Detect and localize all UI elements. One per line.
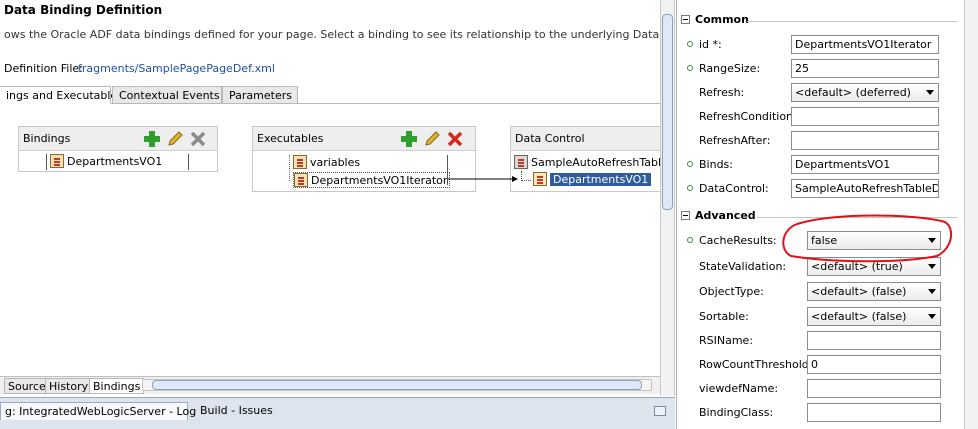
collapse-icon[interactable]	[681, 211, 690, 220]
inspector-scrollbar[interactable]	[964, 0, 978, 429]
page-def-link[interactable]: fragments/SamplePagePageDef.xml	[78, 62, 275, 75]
prop-refreshcondition-input[interactable]	[791, 107, 939, 126]
tab-build-issues[interactable]: Build - Issues	[196, 402, 279, 420]
prop-refresh-value: <default> (deferred)	[795, 86, 911, 99]
section-common[interactable]: Common	[681, 13, 749, 29]
data-control-panel: Data Control SampleAutoRefreshTableD Dep…	[510, 126, 660, 192]
prop-label-refreshcondition: RefreshCondition:	[699, 110, 797, 123]
data-control-collection[interactable]: DepartmentsVO1	[533, 172, 652, 188]
prop-binds-input[interactable]: DepartmentsVO1	[791, 155, 939, 174]
data-control-header: Data Control	[511, 127, 660, 151]
prop-label-objecttype: ObjectType:	[699, 285, 764, 298]
tab-parameters[interactable]: Parameters	[222, 86, 298, 104]
tree-guide	[188, 154, 189, 170]
bindings-header: Bindings	[19, 127, 217, 151]
section-common-title: Common	[695, 13, 749, 26]
prop-rangesize-input[interactable]: 25	[791, 59, 939, 78]
chevron-down-icon	[928, 314, 936, 319]
chevron-down-icon	[928, 289, 936, 294]
collapse-icon[interactable]	[681, 15, 690, 24]
maximize-icon[interactable]	[654, 406, 666, 416]
delete-binding-icon[interactable]	[189, 130, 207, 148]
tab-server-log[interactable]: g: IntegratedWebLogicServer - Log	[0, 402, 196, 420]
prop-refresh-select[interactable]: <default> (deferred)	[791, 83, 939, 102]
prop-label-bindingclass: BindingClass:	[699, 406, 774, 419]
prop-label-rowcountthreshold: RowCountThreshold:	[699, 358, 813, 371]
bindings-panel: Bindings DepartmentsVO1	[18, 126, 218, 172]
data-control-root-label: SampleAutoRefreshTableD	[531, 156, 660, 169]
prop-label-binds: Binds:	[699, 158, 733, 171]
binding-connector	[448, 176, 518, 182]
prop-label-refresh: Refresh:	[699, 86, 745, 99]
executable-item-label: DepartmentsVO1Iterator	[311, 174, 448, 187]
prop-bindingclass-input[interactable]	[807, 403, 941, 422]
horizontal-scroll-thumb[interactable]	[152, 380, 642, 390]
prop-objecttype-select[interactable]: <default> (false)	[807, 282, 941, 301]
edit-executable-icon[interactable]	[423, 130, 441, 148]
prop-label-sortable: Sortable:	[699, 310, 749, 323]
add-binding-icon[interactable]	[143, 130, 161, 148]
required-dot	[687, 237, 693, 243]
tab-bindings[interactable]: Bindings	[89, 378, 145, 394]
executables-panel: Executables variables DepartmentsVO1Iter…	[252, 126, 476, 192]
executable-item-label: variables	[310, 156, 361, 169]
iterator-icon	[294, 173, 308, 187]
prop-objecttype-value: <default> (false)	[811, 285, 907, 298]
data-control-collection-label: DepartmentsVO1	[550, 173, 652, 186]
prop-datacontrol-input[interactable]: SampleAutoRefreshTableD...	[791, 179, 939, 198]
executable-item[interactable]: variables	[293, 155, 360, 171]
prop-sortable-value: <default> (false)	[811, 310, 907, 323]
tree-guide	[46, 154, 47, 170]
property-inspector: Common id *: DepartmentsVO1Iterator Rang…	[676, 0, 978, 429]
tab-contextual-events[interactable]: Contextual Events	[112, 86, 222, 104]
prop-rowcountthreshold-input[interactable]: 0	[807, 355, 941, 374]
prop-label-statevalidation: StateValidation:	[699, 260, 787, 273]
required-dot	[687, 185, 693, 191]
executable-item[interactable]: DepartmentsVO1Iterator	[293, 172, 451, 188]
prop-label-refreshafter: RefreshAfter:	[699, 134, 771, 147]
prop-label-viewdefname: viewdefName:	[699, 382, 779, 395]
prop-refreshafter-input[interactable]	[791, 131, 939, 150]
tab-bindings-executables[interactable]: ings and Executables	[0, 86, 123, 104]
annotation-circle	[782, 214, 953, 263]
binding-editor: Data Binding Definition ows the Oracle A…	[0, 0, 660, 396]
prop-viewdefname-input[interactable]	[807, 379, 941, 398]
prop-label-id: id *:	[699, 38, 722, 51]
tab-source[interactable]: Source	[4, 378, 50, 394]
editor-tabs: ings and Executables Contextual Events P…	[0, 86, 660, 104]
prop-rsiname-input[interactable]	[807, 331, 941, 350]
section-divider	[747, 21, 957, 22]
collection-icon	[533, 172, 547, 186]
prop-label-datacontrol: DataControl:	[699, 182, 769, 195]
page-def-label: Definition File:	[4, 62, 83, 75]
prop-label-rangesize: RangeSize:	[699, 62, 761, 75]
editor-description: ows the Oracle ADF data bindings defined…	[4, 28, 660, 41]
executables-header: Executables	[253, 127, 475, 151]
binding-item-label: DepartmentsVO1	[67, 155, 163, 168]
edit-binding-icon[interactable]	[166, 130, 184, 148]
log-window-bar: g: IntegratedWebLogicServer - Log Build …	[0, 397, 675, 429]
required-dot	[687, 41, 693, 47]
prop-label-rsiname: RSIName:	[699, 334, 754, 347]
delete-executable-icon[interactable]	[446, 130, 464, 148]
prop-id-input[interactable]: DepartmentsVO1Iterator	[791, 35, 939, 54]
required-dot	[687, 65, 693, 71]
binding-item[interactable]: DepartmentsVO1	[50, 154, 162, 170]
tab-history[interactable]: History	[45, 378, 93, 394]
required-dot	[687, 161, 693, 167]
vertical-scroll-thumb[interactable]	[662, 14, 673, 210]
binding-icon	[50, 154, 64, 168]
editor-title: Data Binding Definition	[4, 3, 163, 17]
add-executable-icon[interactable]	[400, 130, 418, 148]
section-advanced-title: Advanced	[695, 209, 756, 222]
iterator-icon	[293, 155, 307, 169]
data-control-icon	[514, 155, 528, 169]
chevron-down-icon	[926, 90, 934, 95]
tree-guide	[289, 155, 290, 181]
data-control-root[interactable]: SampleAutoRefreshTableD	[514, 155, 660, 171]
prop-sortable-select[interactable]: <default> (false)	[807, 307, 941, 326]
section-advanced[interactable]: Advanced	[681, 209, 756, 225]
tree-guide	[521, 171, 531, 181]
prop-label-cacheresults: CacheResults:	[699, 234, 777, 247]
